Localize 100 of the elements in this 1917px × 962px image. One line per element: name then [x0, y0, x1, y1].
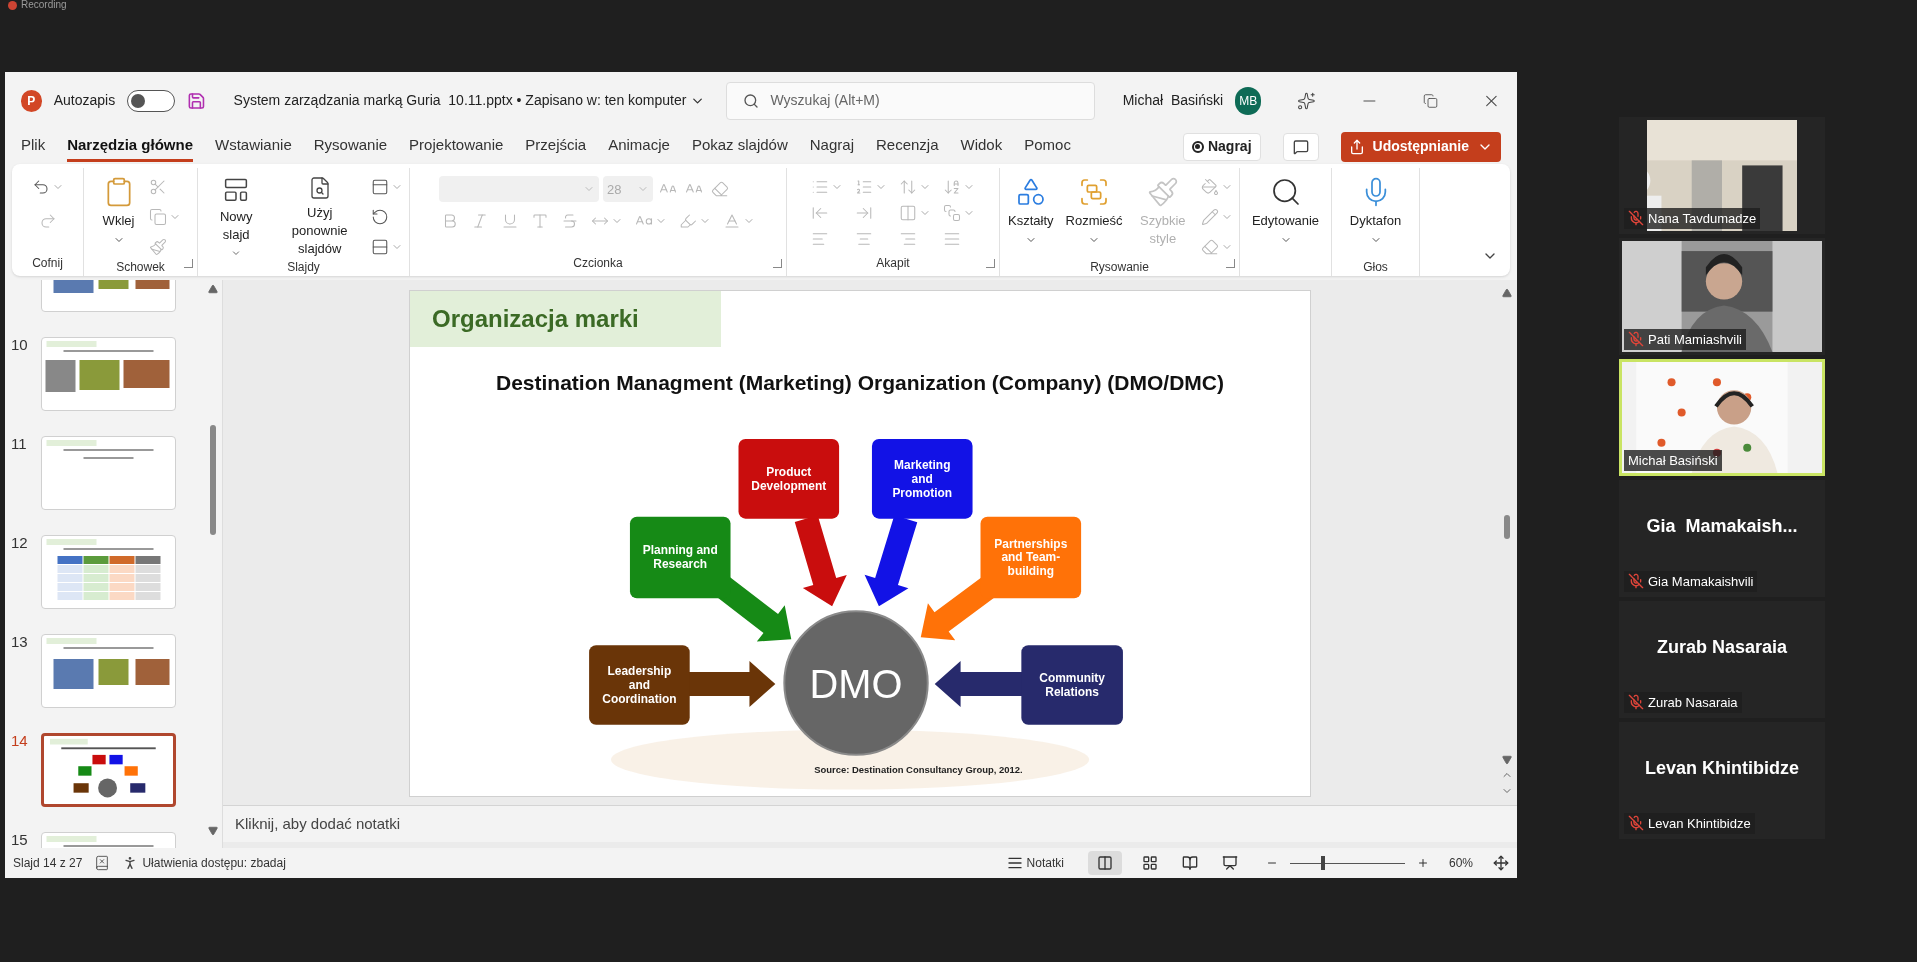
autosave-toggle[interactable] [127, 89, 175, 112]
ribbon-tab[interactable]: Widok [960, 131, 1003, 162]
arrange-button[interactable]: Rozmieść [1061, 172, 1127, 259]
ribbon-tab[interactable]: Rysowanie [313, 131, 388, 162]
quick-styles-icon [1146, 176, 1179, 209]
scroll-down-icon[interactable] [208, 826, 218, 837]
ribbon-tab[interactable]: Recenzja [875, 131, 939, 162]
cut-icon [148, 178, 167, 197]
slide-number: 14 [11, 733, 29, 749]
font-name-field[interactable] [439, 176, 599, 203]
slide-number: 12 [11, 535, 29, 551]
dialog-launcher-icon[interactable] [986, 259, 995, 269]
search-field[interactable]: Wyszukaj (Alt+M) [725, 81, 1095, 120]
group-label: Rysowanie [1090, 259, 1149, 277]
autosave-label: Autozapis [53, 91, 116, 111]
slide-canvas[interactable] [409, 290, 1311, 798]
ribbon-tab[interactable]: Narzędzia główne [67, 131, 194, 162]
layout-icon [371, 178, 389, 197]
participant-tile[interactable]: Levan Khintibidze Levan Khintibidze [1619, 722, 1825, 839]
participant-tile[interactable]: Zurab Nasaraia Zurab Nasaraia [1619, 601, 1825, 718]
document-title[interactable]: System zarządzania marką Guria 10.11.pptx • Zapisano w: ten komputer [233, 90, 687, 112]
reuse-slides-button[interactable]: Użyj ponownie slajdów [274, 172, 365, 259]
zoom-slider-thumb[interactable] [1321, 856, 1325, 871]
line-spacing-icon [899, 178, 917, 197]
group-label: Czcionka [573, 255, 623, 273]
comments-button[interactable] [1282, 132, 1319, 161]
node-label: Product Development [751, 464, 827, 493]
reading-view-icon[interactable] [1181, 855, 1198, 872]
participant-heading: Zurab Nasaraia [1656, 636, 1788, 659]
scrollbar-thumb[interactable] [1504, 515, 1510, 539]
strikethrough-icon [561, 212, 579, 231]
slide-number: 13 [11, 634, 29, 650]
scroll-down-icon[interactable] [1502, 755, 1512, 766]
ribbon-tab[interactable]: Przejścia [525, 131, 587, 162]
ribbon-tab[interactable]: Nagraj [809, 131, 854, 162]
dialog-launcher-icon[interactable] [773, 259, 782, 269]
align-text-icon [943, 204, 961, 223]
participant-tile[interactable]: Michał Basiński [1619, 359, 1825, 476]
slide-thumbnail[interactable] [41, 733, 176, 808]
name-label: Michał Basiński [1624, 449, 1722, 471]
shape-fill-icon [1201, 178, 1219, 197]
user-avatar[interactable]: MB [1235, 86, 1262, 115]
accessibility-status[interactable]: Ułatwienia dostępu: zbadaj [142, 854, 286, 873]
slide-heading: Destination Managment (Marketing) Organization (Company) (DMO/DMC) [496, 370, 1224, 397]
node-label: Marketing and Promotion [892, 457, 953, 500]
ribbon-tab[interactable]: Wstawianie [215, 131, 292, 162]
undo-icon [31, 178, 50, 197]
ribbon-tab[interactable]: Animacje [608, 131, 670, 162]
dialog-launcher-icon[interactable] [184, 259, 193, 269]
shapes-button[interactable]: Kształty [1004, 172, 1058, 259]
normal-view-icon [1096, 855, 1113, 872]
group-label: Slajdy [287, 259, 320, 277]
participant-tile[interactable]: Pati Mamiashvili [1619, 238, 1825, 355]
text-direction-icon [943, 178, 961, 197]
dictate-button[interactable]: Dyktafon [1345, 172, 1406, 259]
sparkles-icon[interactable] [1297, 90, 1317, 111]
slide-number: 15 [11, 832, 29, 848]
normal-view-button[interactable] [1087, 851, 1122, 876]
zoom-slider[interactable] [1289, 856, 1405, 871]
spelling-icon[interactable] [94, 855, 111, 872]
ribbon-tab[interactable]: Plik [21, 131, 46, 162]
scroll-up-icon[interactable] [1502, 288, 1512, 299]
name-label: Gia Mamakaishvili [1624, 570, 1758, 592]
center-label: DMO [809, 661, 903, 706]
scroll-up-icon[interactable] [208, 284, 218, 295]
zoom-in-icon[interactable] [1416, 857, 1429, 870]
user-name: Michał Basiński [1122, 91, 1224, 111]
share-button[interactable]: Udostępnianie [1340, 131, 1501, 162]
redo-icon [38, 212, 57, 231]
record-button[interactable]: Nagraj [1182, 132, 1261, 161]
ribbon-tab[interactable]: Pokaz slajdów [691, 131, 788, 162]
participant-tile[interactable]: Nana Tavdumadze [1619, 117, 1825, 234]
slide-number: 10 [11, 337, 29, 353]
slideshow-icon[interactable] [1221, 855, 1238, 872]
new-slide-button[interactable]: Nowy slajd [202, 172, 271, 259]
notes-field[interactable]: Kliknij, aby dodać notatki [223, 805, 1517, 843]
section-icon [371, 238, 389, 257]
ribbon-tab[interactable]: Projektowanie [409, 131, 504, 162]
app-logo: P [21, 89, 42, 112]
node-label: Partnerships and Team- building [994, 536, 1068, 579]
scrollbar-thumb[interactable] [210, 425, 216, 536]
fit-to-window-icon[interactable] [1493, 855, 1509, 872]
paste-button[interactable]: Wklej [98, 172, 139, 259]
editing-button[interactable]: Edytowanie [1247, 172, 1324, 259]
recording-label: Recording [21, 0, 67, 10]
save-icon[interactable] [186, 90, 206, 111]
name-label: Pati Mamiashvili [1624, 328, 1746, 350]
zoom-level[interactable]: 60% [1448, 854, 1473, 873]
participant-tile[interactable]: Gia Mamakaish... Gia Mamakaishvili [1619, 480, 1825, 597]
participant-heading: Levan Khintibidze [1645, 757, 1799, 780]
group-label: Cofnij [32, 255, 63, 273]
name-label: Zurab Nasaraia [1624, 691, 1742, 713]
restore-icon[interactable] [1423, 92, 1439, 109]
search-icon [742, 92, 759, 109]
format-painter-icon [148, 238, 167, 257]
dialog-launcher-icon[interactable] [1226, 259, 1235, 269]
sorter-view-icon[interactable] [1141, 855, 1158, 872]
ribbon-tab[interactable]: Pomoc [1024, 131, 1071, 162]
group-label: Głos [1363, 259, 1388, 277]
notes-button[interactable]: Notatki [1006, 854, 1064, 873]
